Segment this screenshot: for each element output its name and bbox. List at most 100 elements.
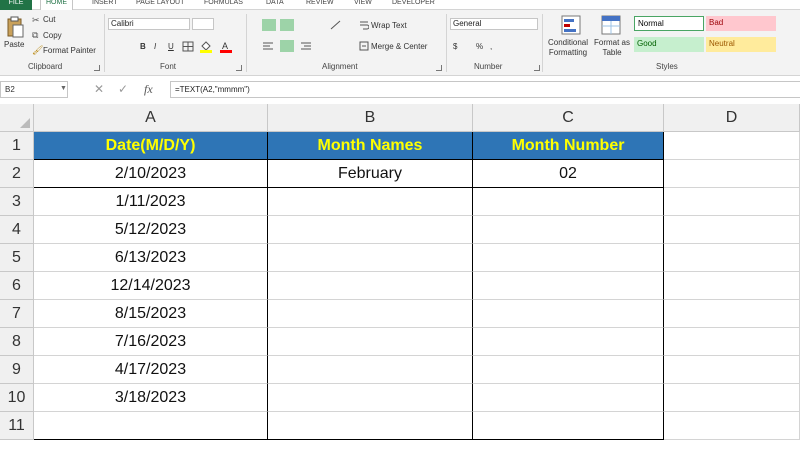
cell-d9[interactable] xyxy=(664,356,800,384)
currency-button[interactable]: $ xyxy=(453,42,457,51)
top-align-icon[interactable] xyxy=(262,19,276,31)
tab-developer[interactable]: DEVELOPER xyxy=(392,0,435,10)
row-header[interactable]: 10 xyxy=(0,384,34,412)
tab-review[interactable]: REVIEW xyxy=(306,0,334,10)
cell-d1[interactable] xyxy=(664,132,800,160)
cell-d3[interactable] xyxy=(664,188,800,216)
bold-button[interactable]: B xyxy=(140,42,146,51)
cut-button[interactable]: Cut xyxy=(43,15,55,24)
column-header-b[interactable]: B xyxy=(268,104,473,132)
cell-a5[interactable]: 6/13/2023 xyxy=(34,244,268,272)
cell-d7[interactable] xyxy=(664,300,800,328)
cell-a2[interactable]: 2/10/2023 xyxy=(34,160,268,188)
tab-data[interactable]: DATA xyxy=(266,0,284,10)
format-as-table-button[interactable]: Format as Table xyxy=(594,38,630,58)
font-name-combo[interactable]: Calibri xyxy=(108,18,190,30)
tab-view[interactable]: VIEW xyxy=(354,0,372,10)
copy-button[interactable]: Copy xyxy=(43,31,62,40)
cell-a7[interactable]: 8/15/2023 xyxy=(34,300,268,328)
tab-insert[interactable]: INSERT xyxy=(92,0,118,10)
row-header[interactable]: 1 xyxy=(0,132,34,160)
tab-formulas[interactable]: FORMULAS xyxy=(204,0,243,10)
column-header-d[interactable]: D xyxy=(664,104,800,132)
cell-c4[interactable] xyxy=(473,216,664,244)
insert-function-button[interactable]: fx xyxy=(144,82,153,97)
format-painter-button[interactable]: Format Painter xyxy=(43,46,96,55)
cell-d5[interactable] xyxy=(664,244,800,272)
cell-c9[interactable] xyxy=(473,356,664,384)
style-neutral[interactable]: Neutral xyxy=(706,37,776,52)
cell-c8[interactable] xyxy=(473,328,664,356)
comma-button[interactable]: , xyxy=(490,42,492,51)
enter-icon[interactable]: ✓ xyxy=(118,82,128,96)
row-header[interactable]: 11 xyxy=(0,412,34,440)
cell-a9[interactable]: 4/17/2023 xyxy=(34,356,268,384)
align-center-icon[interactable] xyxy=(280,40,294,52)
cell-a3[interactable]: 1/11/2023 xyxy=(34,188,268,216)
percent-button[interactable]: % xyxy=(476,42,483,51)
cell-a4[interactable]: 5/12/2023 xyxy=(34,216,268,244)
cell-c6[interactable] xyxy=(473,272,664,300)
cell-c11[interactable] xyxy=(473,412,664,440)
select-all-corner[interactable] xyxy=(0,104,34,132)
cell-b3[interactable] xyxy=(268,188,473,216)
cell-a10[interactable]: 3/18/2023 xyxy=(34,384,268,412)
cell-b10[interactable] xyxy=(268,384,473,412)
cell-d8[interactable] xyxy=(664,328,800,356)
row-header[interactable]: 8 xyxy=(0,328,34,356)
conditional-formatting-button[interactable]: Conditional Formatting xyxy=(545,38,591,58)
number-format-combo[interactable]: General xyxy=(450,18,538,30)
style-good[interactable]: Good xyxy=(634,37,704,52)
cell-c10[interactable] xyxy=(473,384,664,412)
cell-d4[interactable] xyxy=(664,216,800,244)
cell-a11[interactable] xyxy=(34,412,268,440)
merge-center-button[interactable]: Merge & Center xyxy=(371,42,427,51)
cell-b2[interactable]: February xyxy=(268,160,473,188)
cell-b5[interactable] xyxy=(268,244,473,272)
row-header[interactable]: 3 xyxy=(0,188,34,216)
cell-d10[interactable] xyxy=(664,384,800,412)
paste-icon[interactable] xyxy=(6,16,24,38)
cell-b8[interactable] xyxy=(268,328,473,356)
tab-home[interactable]: HOME xyxy=(40,0,73,10)
cancel-icon[interactable]: ✕ xyxy=(94,82,104,96)
cell-b11[interactable] xyxy=(268,412,473,440)
name-box[interactable]: B2 xyxy=(0,81,68,98)
style-bad[interactable]: Bad xyxy=(706,16,776,31)
header-cell-date[interactable]: Date(M/D/Y) xyxy=(34,132,268,160)
paste-button[interactable]: Paste xyxy=(4,40,24,49)
wrap-text-button[interactable]: Wrap Text xyxy=(371,21,407,30)
orientation-icon[interactable] xyxy=(330,20,342,30)
row-header[interactable]: 7 xyxy=(0,300,34,328)
alignment-launcher-icon[interactable] xyxy=(436,65,442,71)
row-header[interactable]: 5 xyxy=(0,244,34,272)
font-size-combo[interactable] xyxy=(192,18,214,30)
header-cell-month-number[interactable]: Month Number xyxy=(473,132,664,160)
cell-c5[interactable] xyxy=(473,244,664,272)
row-header[interactable]: 4 xyxy=(0,216,34,244)
row-header[interactable]: 9 xyxy=(0,356,34,384)
font-color-icon[interactable]: A xyxy=(220,40,232,53)
cell-b9[interactable] xyxy=(268,356,473,384)
number-launcher-icon[interactable] xyxy=(534,65,540,71)
header-cell-month-names[interactable]: Month Names xyxy=(268,132,473,160)
cell-c2[interactable]: 02 xyxy=(473,160,664,188)
cell-d11[interactable] xyxy=(664,412,800,440)
cell-c3[interactable] xyxy=(473,188,664,216)
underline-button[interactable]: U xyxy=(168,42,174,51)
name-box-dropdown-icon[interactable]: ▼ xyxy=(60,85,67,92)
fill-color-icon[interactable] xyxy=(200,40,212,53)
align-right-icon[interactable] xyxy=(298,40,312,52)
style-normal[interactable]: Normal xyxy=(634,16,704,31)
cell-a6[interactable]: 12/14/2023 xyxy=(34,272,268,300)
middle-align-icon[interactable] xyxy=(280,19,294,31)
font-launcher-icon[interactable] xyxy=(236,65,242,71)
cell-b4[interactable] xyxy=(268,216,473,244)
cell-d2[interactable] xyxy=(664,160,800,188)
borders-icon[interactable] xyxy=(182,41,194,52)
formula-input[interactable]: =TEXT(A2,"mmmm") xyxy=(170,81,800,98)
row-header[interactable]: 2 xyxy=(0,160,34,188)
column-header-a[interactable]: A xyxy=(34,104,268,132)
cell-b6[interactable] xyxy=(268,272,473,300)
tab-page-layout[interactable]: PAGE LAYOUT xyxy=(136,0,184,10)
